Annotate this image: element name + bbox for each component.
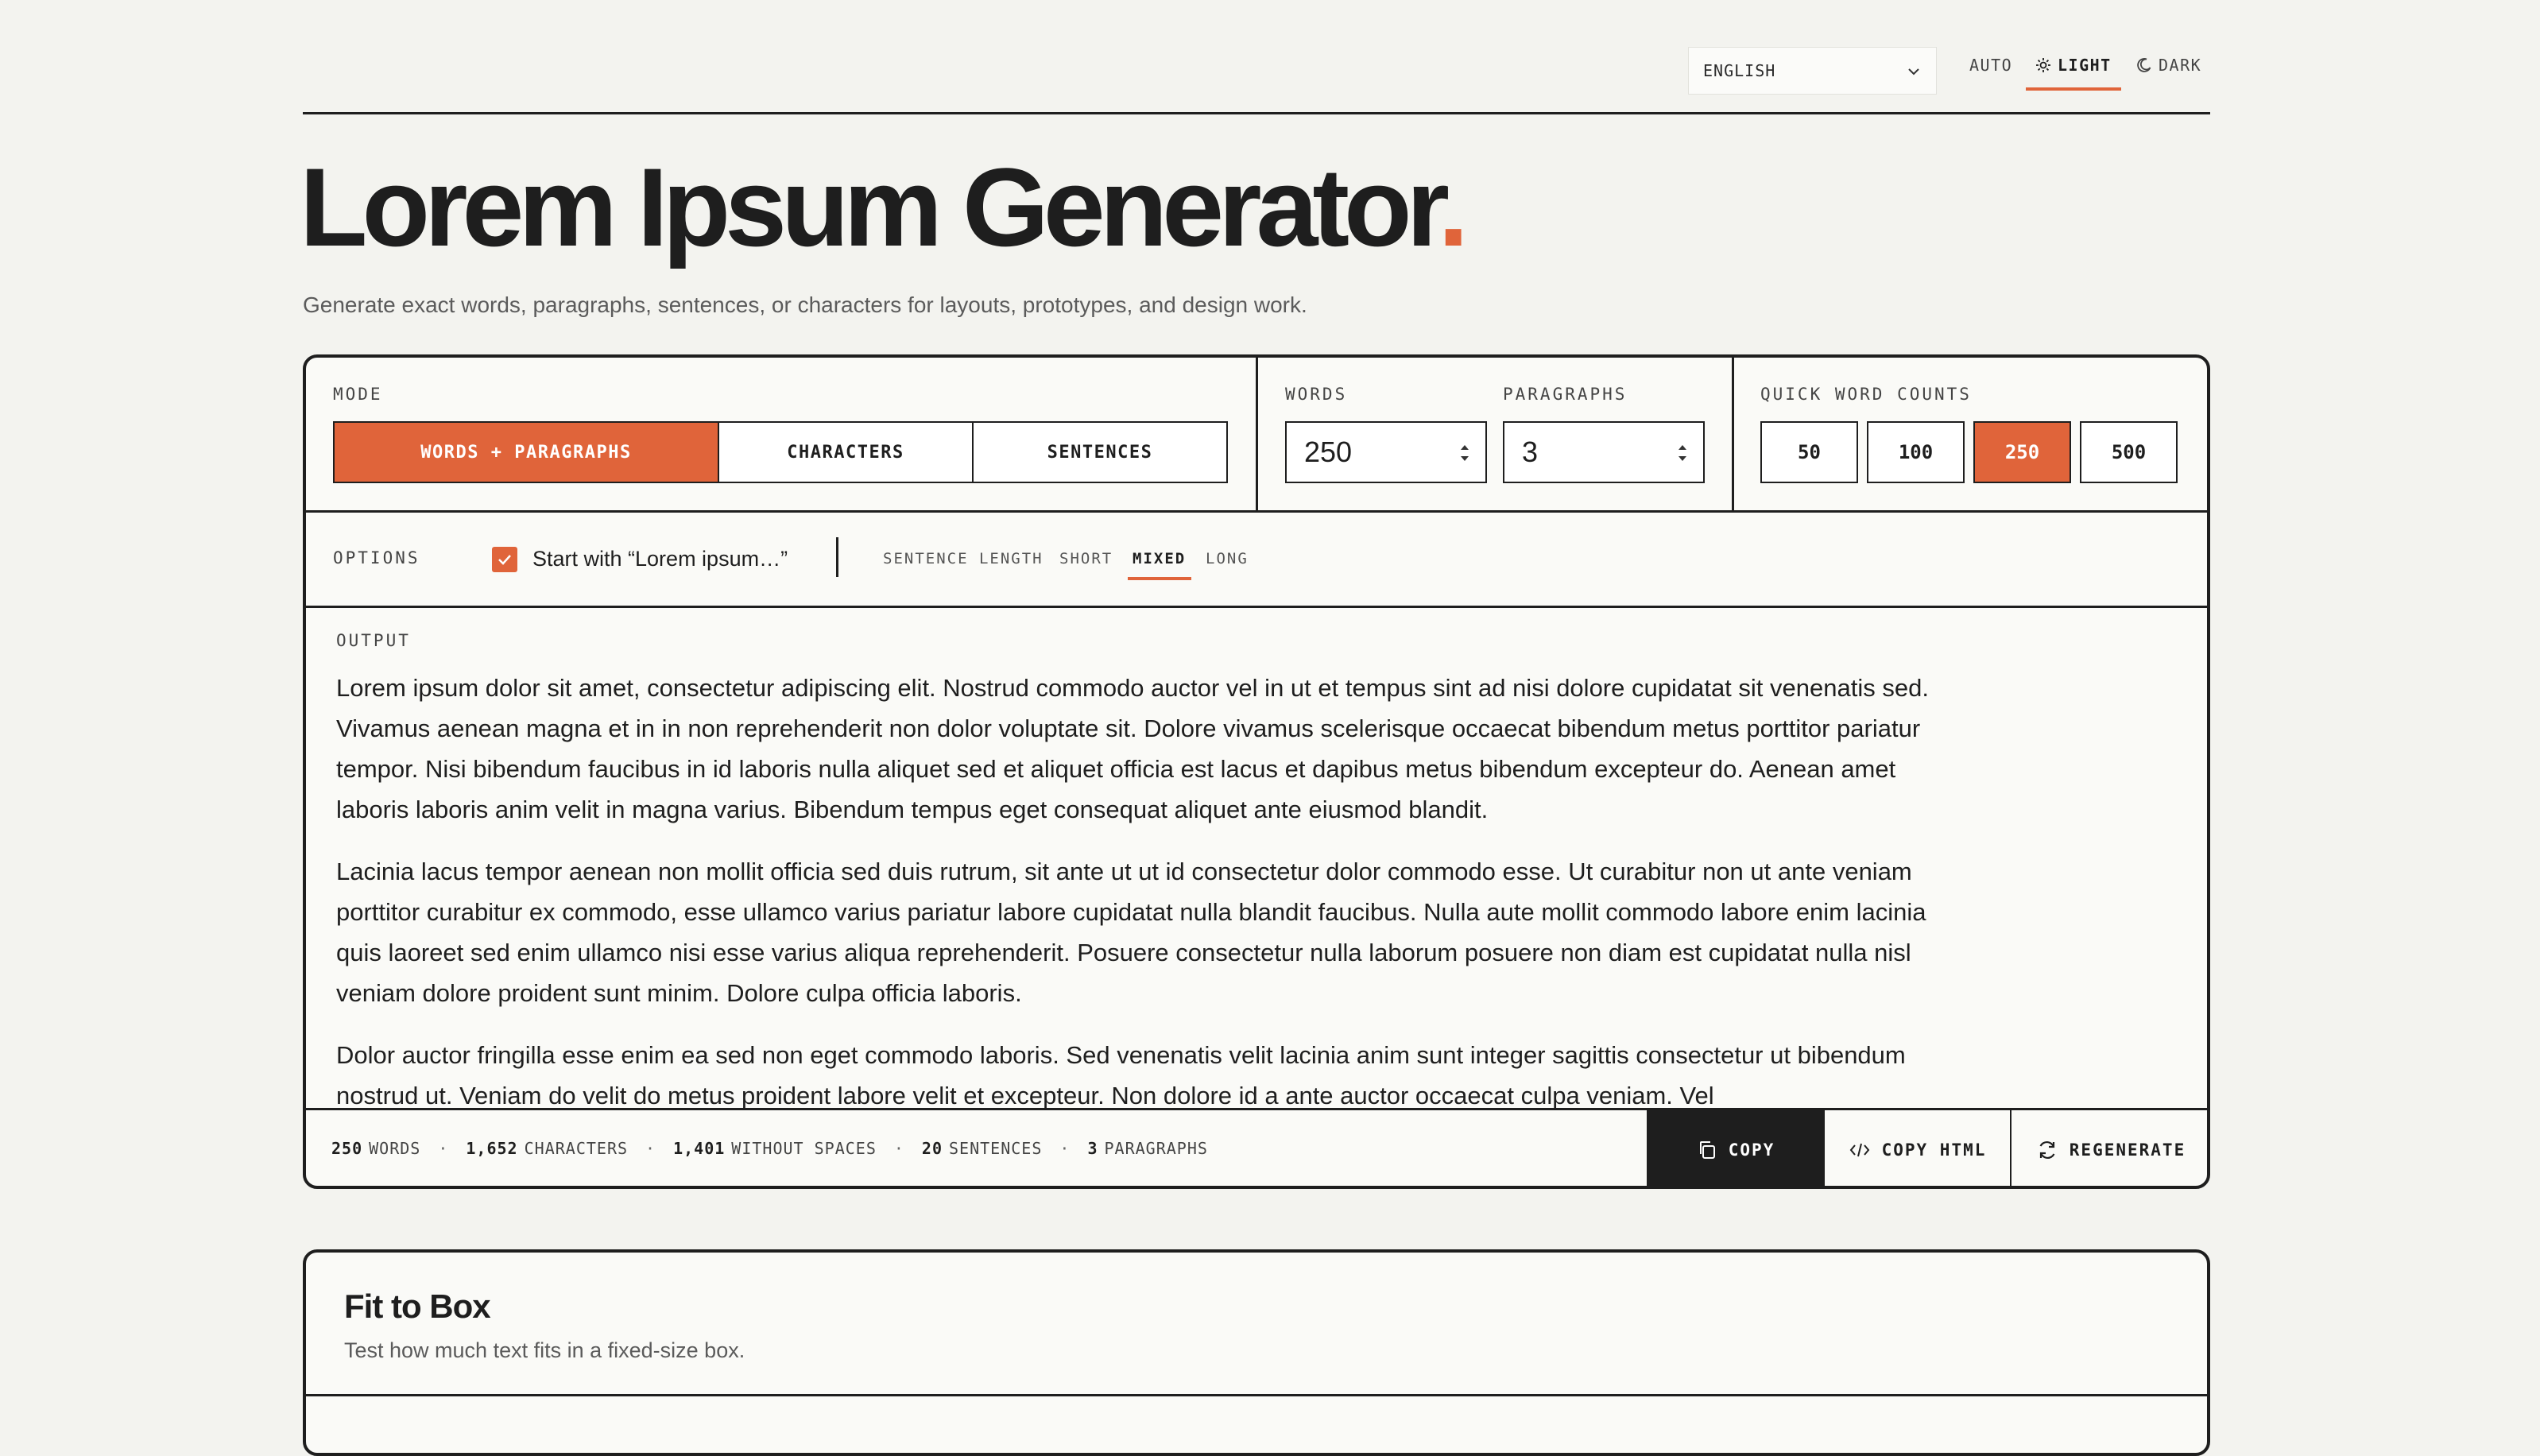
mode-label: MODE — [333, 385, 383, 404]
page-title: Lorem Ipsum Generator. — [300, 140, 1469, 275]
stat-chars-label: CHARACTERS — [524, 1139, 629, 1158]
output-area[interactable]: OUTPUT Lorem ipsum dolor sit amet, conse… — [306, 606, 2207, 1108]
stat-nospace-value: 1,401 — [673, 1139, 726, 1158]
quick-count-100-button[interactable]: 100 — [1867, 421, 1965, 483]
generator-card: MODE WORDS + PARAGRAPHS CHARACTERS SENTE… — [303, 354, 2210, 1189]
theme-auto-label: AUTO — [1969, 56, 2013, 75]
stat-separator: · — [893, 1139, 904, 1158]
copy-html-label: COPY HTML — [1881, 1140, 1987, 1160]
start-with-lorem-checkbox[interactable] — [492, 547, 517, 572]
stat-words-value: 250 — [331, 1139, 363, 1158]
checkmark-icon — [498, 555, 511, 565]
paragraphs-label: PARAGRAPHS — [1503, 385, 1628, 404]
mode-sentences-button[interactable]: SENTENCES — [972, 421, 1228, 483]
stat-chars-value: 1,652 — [466, 1139, 518, 1158]
mode-words-paragraphs-button[interactable]: WORDS + PARAGRAPHS — [333, 421, 719, 483]
stat-separator: · — [645, 1139, 656, 1158]
regenerate-label: REGENERATE — [2069, 1140, 2186, 1160]
stat-paragraphs-value: 3 — [1087, 1139, 1098, 1158]
length-active-indicator — [1128, 577, 1191, 580]
output-paragraph: Lacinia lacus tempor aenean non mollit o… — [336, 858, 1926, 1007]
stat-separator: · — [438, 1139, 449, 1158]
stat-paragraphs-label: PARAGRAPHS — [1104, 1139, 1208, 1158]
output-footer: 250 WORDS · 1,652 CHARACTERS · 1,401 WITHOU… — [306, 1108, 2207, 1186]
options-row: OPTIONS Start with “Lorem ipsum…” SENTEN… — [306, 510, 2207, 608]
theme-dark-button[interactable]: DARK — [2136, 56, 2201, 75]
theme-dark-label: DARK — [2159, 56, 2202, 75]
stat-sentences-value: 20 — [921, 1139, 943, 1158]
stepper-arrows-icon[interactable] — [1457, 437, 1473, 469]
sun-icon — [2036, 58, 2050, 72]
moon-icon — [2137, 58, 2151, 72]
theme-auto-button[interactable]: AUTO — [1969, 56, 2012, 75]
stats-bar: 250 WORDS · 1,652 CHARACTERS · 1,401 WITHOU… — [331, 1139, 1208, 1158]
words-value: 250 — [1304, 436, 1353, 468]
length-mixed-button[interactable]: MIXED — [1133, 550, 1186, 567]
copy-label: COPY — [1728, 1140, 1775, 1160]
fit-to-box-description: Test how much text fits in a fixed-size … — [344, 1338, 745, 1362]
divider — [836, 537, 838, 577]
divider — [1256, 358, 1258, 510]
stat-separator: · — [1059, 1139, 1071, 1158]
copy-html-button[interactable]: COPY HTML — [1823, 1110, 2010, 1186]
output-paragraph: Lorem ipsum dolor sit amet, consectetur … — [336, 674, 1929, 823]
options-label: OPTIONS — [333, 548, 420, 567]
theme-active-indicator — [2026, 87, 2121, 91]
theme-light-button[interactable]: LIGHT — [2035, 56, 2112, 75]
start-with-lorem-label[interactable]: Start with “Lorem ipsum…” — [532, 547, 788, 571]
page-subtitle: Generate exact words, paragraphs, senten… — [303, 292, 1307, 317]
controls-row: MODE WORDS + PARAGRAPHS CHARACTERS SENTE… — [306, 358, 2207, 513]
stat-sentences-label: SENTENCES — [949, 1139, 1043, 1158]
stat-words-label: WORDS — [369, 1139, 421, 1158]
regenerate-button[interactable]: REGENERATE — [2010, 1110, 2207, 1186]
top-bar: ENGLISH AUTO LIGHT DARK — [303, 0, 2210, 114]
output-paragraph: Dolor auctor fringilla esse enim ea sed … — [336, 1041, 1906, 1108]
page-title-text: Lorem Ipsum Generator — [300, 145, 1443, 269]
mode-characters-button[interactable]: CHARACTERS — [718, 421, 974, 483]
page: ENGLISH AUTO LIGHT DARK Lorem Ipsum Gene… — [300, 0, 2210, 1456]
title-accent-dot: . — [1438, 145, 1469, 269]
paragraphs-input[interactable]: 3 — [1503, 421, 1705, 483]
divider — [306, 1394, 2207, 1396]
paragraphs-value: 3 — [1522, 436, 1539, 468]
fit-to-box-card: Fit to Box Test how much text fits in a … — [303, 1249, 2210, 1456]
quick-counts-label: QUICK WORD COUNTS — [1760, 385, 1972, 404]
quick-count-500-button[interactable]: 500 — [2080, 421, 2178, 483]
stepper-arrows-icon[interactable] — [1675, 437, 1690, 469]
theme-light-label: LIGHT — [2058, 56, 2112, 75]
quick-count-50-button[interactable]: 50 — [1760, 421, 1858, 483]
length-long-button[interactable]: LONG — [1206, 550, 1249, 567]
sentence-length-label: SENTENCE LENGTH — [883, 550, 1043, 567]
stat-nospace-label: WITHOUT SPACES — [731, 1139, 877, 1158]
code-icon — [1849, 1143, 1869, 1156]
divider — [1732, 358, 1734, 510]
copy-button[interactable]: COPY — [1647, 1110, 1823, 1186]
refresh-icon — [2039, 1140, 2055, 1159]
words-label: WORDS — [1285, 385, 1348, 404]
language-select[interactable]: ENGLISH — [1688, 47, 1937, 95]
chevron-down-icon — [1908, 68, 1919, 76]
words-input[interactable]: 250 — [1285, 421, 1487, 483]
output-label: OUTPUT — [336, 631, 411, 650]
copy-icon — [1699, 1140, 1715, 1159]
quick-count-250-button[interactable]: 250 — [1973, 421, 2071, 483]
length-short-button[interactable]: SHORT — [1059, 550, 1113, 567]
fit-to-box-title: Fit to Box — [344, 1288, 491, 1325]
language-value: ENGLISH — [1703, 61, 1776, 80]
output-text: Lorem ipsum dolor sit amet, consectetur … — [336, 668, 1934, 1108]
